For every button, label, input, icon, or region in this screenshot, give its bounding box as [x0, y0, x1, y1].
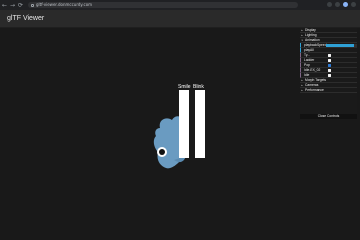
url-text: gltf-viewer.donmccurdy.com	[36, 2, 93, 7]
clip-checkbox-idle[interactable]	[328, 74, 331, 77]
control-label: Ty...	[304, 53, 310, 57]
address-bar[interactable]: gltf-viewer.donmccurdy.com	[28, 2, 298, 8]
folder-label: Morph Targets	[305, 78, 327, 82]
app-title: glTF Viewer	[7, 15, 45, 22]
profile-avatar[interactable]	[343, 2, 348, 7]
clip-checkbox-idle-ex[interactable]	[328, 69, 331, 72]
extensions-area	[327, 2, 356, 7]
control-label: Ladder	[304, 58, 315, 62]
app-header: glTF Viewer	[0, 10, 360, 28]
control-label: playAll	[304, 48, 314, 52]
morph-label-blink: Blink	[193, 84, 204, 90]
model-render	[153, 90, 205, 169]
reload-icon[interactable]: ⟳	[17, 2, 24, 9]
smile-bar	[179, 90, 189, 158]
control-label: Idle-EX_02	[304, 68, 321, 72]
browser-toolbar: ← → ⟳ gltf-viewer.donmccurdy.com	[0, 0, 360, 10]
folder-label: Display	[305, 28, 316, 32]
folder-label: Lighting	[305, 33, 317, 37]
folder-label: Animation	[305, 38, 320, 42]
morph-label-smile: Smile	[178, 84, 191, 90]
folder-label: Performance	[305, 88, 324, 92]
control-label: Idle	[304, 73, 310, 77]
triangle-right-icon: ▸	[301, 89, 303, 92]
control-label: Pop	[304, 63, 310, 67]
folder-performance[interactable]: ▸ Performance	[300, 88, 357, 93]
controls-panel: ▸ Display ▸ Lighting ▾ Animation playbackSp…	[300, 28, 357, 119]
clip-checkbox-pop[interactable]	[328, 64, 331, 67]
playback-speed-slider[interactable]	[326, 44, 354, 47]
back-icon[interactable]: ←	[1, 2, 8, 9]
close-controls-button[interactable]: Close Controls	[300, 114, 357, 119]
clip-checkbox-ladder[interactable]	[328, 59, 331, 62]
bookmark-icon[interactable]	[327, 2, 332, 7]
forward-icon[interactable]: →	[9, 2, 16, 9]
folder-label: Cameras	[305, 83, 319, 87]
control-label: playbackSpeed	[304, 43, 327, 47]
playback-speed-value[interactable]	[354, 44, 357, 47]
lock-icon	[31, 3, 34, 7]
menu-icon[interactable]	[351, 2, 356, 7]
extension-icon[interactable]	[335, 2, 340, 7]
blink-bar	[195, 90, 205, 158]
clip-checkbox-1[interactable]	[328, 54, 331, 57]
